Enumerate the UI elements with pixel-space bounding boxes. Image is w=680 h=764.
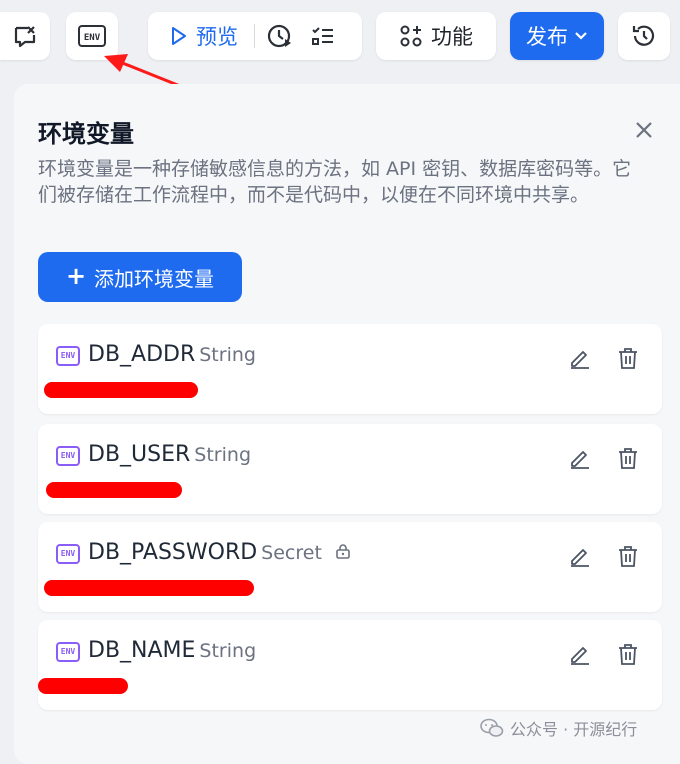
watermark-text: 公众号 · 开源纪行	[510, 720, 638, 739]
add-env-variable-label: 添加环境变量	[94, 266, 215, 291]
play-icon	[172, 27, 186, 45]
publish-label: 发布	[526, 25, 568, 49]
env-variable-card[interactable]: ENV DB_NAME String	[38, 620, 662, 710]
checklist-icon	[312, 27, 333, 45]
chat-check-button[interactable]	[0, 12, 50, 60]
variable-type: String	[194, 444, 251, 466]
add-env-variable-button[interactable]: + 添加环境变量	[38, 252, 242, 302]
svg-text:ENV: ENV	[84, 33, 101, 43]
run-history-button[interactable]	[267, 23, 293, 49]
variable-type: String	[199, 640, 257, 662]
env-icon: ENV	[56, 346, 80, 366]
preview-group: 预览	[148, 12, 362, 60]
edit-icon[interactable]	[568, 544, 592, 568]
env-icon: ENV	[56, 446, 80, 466]
variable-type: Secret	[261, 542, 322, 564]
preview-label: 预览	[196, 25, 238, 49]
watermark: 公众号 · 开源纪行	[480, 716, 637, 740]
features-icon	[400, 25, 422, 47]
preview-button[interactable]: 预览	[148, 12, 238, 60]
features-button[interactable]: 功能	[376, 12, 496, 60]
version-history-button[interactable]	[618, 12, 670, 60]
env-icon: ENV	[78, 25, 106, 47]
close-icon[interactable]	[632, 118, 656, 142]
redaction-mark	[38, 678, 128, 694]
clock-play-icon	[267, 24, 291, 48]
checklist-button[interactable]	[311, 24, 335, 48]
env-variable-card[interactable]: ENV DB_ADDR String	[38, 324, 662, 414]
features-label: 功能	[431, 25, 473, 49]
trash-icon[interactable]	[616, 544, 640, 568]
plus-icon: +	[65, 262, 87, 290]
chat-check-icon	[14, 26, 36, 48]
panel-title: 环境变量	[38, 120, 134, 148]
env-variables-panel: 环境变量 环境变量是一种存储敏感信息的方法，如 API 密钥、数据库密码等。它们…	[14, 84, 680, 764]
chevron-down-icon	[575, 32, 587, 40]
panel-description: 环境变量是一种存储敏感信息的方法，如 API 密钥、数据库密码等。它们被存储在工…	[38, 158, 632, 206]
trash-icon[interactable]	[616, 446, 640, 470]
redaction-mark	[46, 482, 182, 498]
toolbar-divider	[254, 24, 255, 48]
env-variable-card[interactable]: ENV DB_PASSWORD Secret	[38, 522, 662, 612]
trash-icon[interactable]	[616, 642, 640, 666]
wechat-icon	[480, 718, 504, 737]
variable-type: String	[199, 344, 256, 366]
edit-icon[interactable]	[568, 446, 592, 470]
variable-name: DB_ADDR	[88, 342, 196, 367]
history-icon	[632, 25, 655, 46]
variable-name: DB_NAME	[88, 638, 196, 663]
edit-icon[interactable]	[568, 346, 592, 370]
env-icon: ENV	[56, 642, 80, 662]
env-variables-button[interactable]: ENV	[66, 12, 118, 60]
redaction-mark	[44, 580, 254, 596]
env-icon: ENV	[56, 544, 80, 564]
env-variable-card[interactable]: ENV DB_USER String	[38, 424, 662, 514]
edit-icon[interactable]	[568, 642, 592, 666]
publish-button[interactable]: 发布	[510, 12, 604, 60]
variable-name: DB_USER	[88, 442, 191, 467]
lock-icon	[336, 544, 350, 559]
trash-icon[interactable]	[616, 346, 640, 370]
redaction-mark	[44, 382, 198, 398]
variable-name: DB_PASSWORD	[88, 540, 258, 565]
